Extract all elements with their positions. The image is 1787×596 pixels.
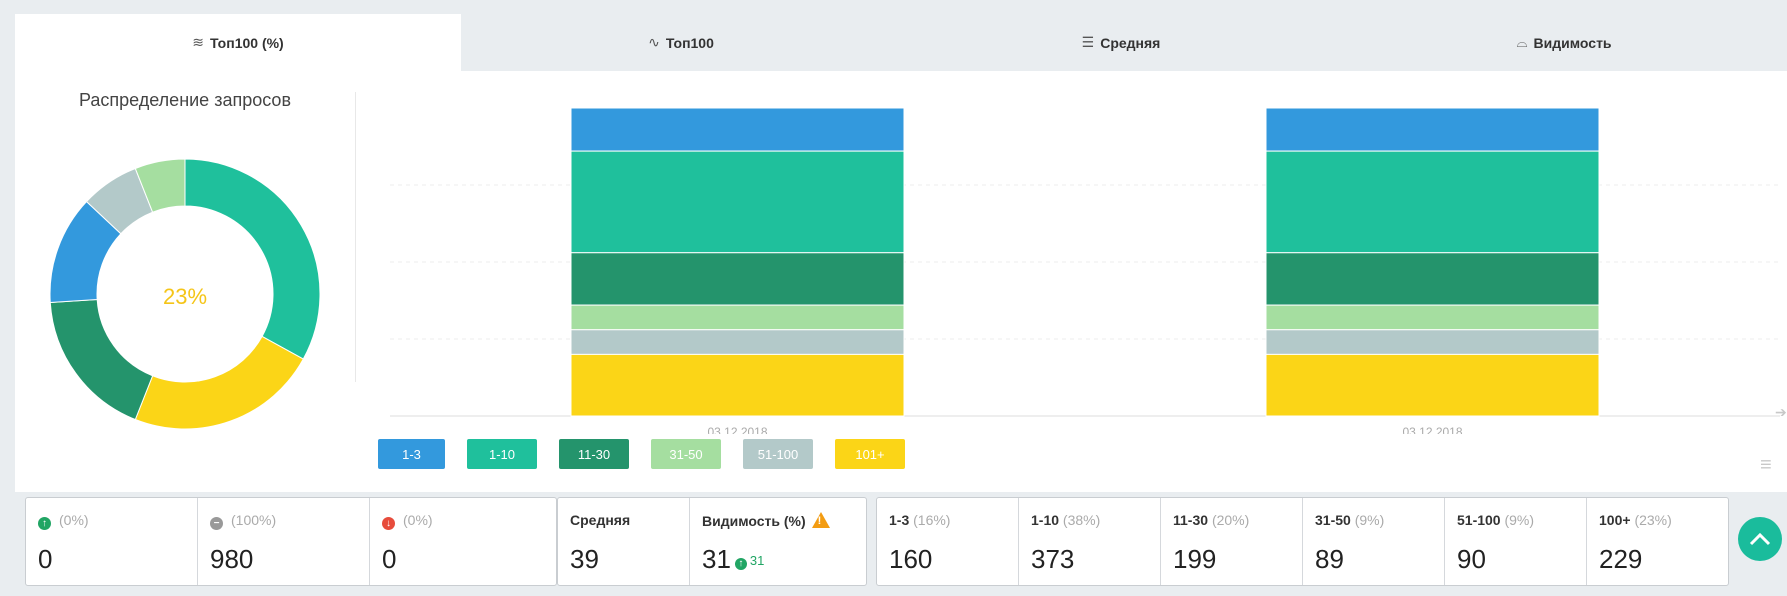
stat-range-31-50: 31-50 (9%) 89 [1303, 498, 1445, 585]
stat-label: 1-10 [1031, 512, 1060, 528]
bar-segment-1-10[interactable] [570, 150, 905, 254]
legend-item-51-100[interactable]: 51-100 [743, 439, 813, 469]
tab-top100[interactable]: ∿ Топ100 [461, 14, 901, 71]
align-icon: ☰ [1081, 34, 1095, 50]
stat-average: Средняя 39 [558, 498, 690, 585]
legend-item-1-10[interactable]: 1-10 [467, 439, 537, 469]
chart-legend: 1-3 1-10 11-30 31-50 51-100 101+ [378, 439, 927, 469]
bar-segment-1-3[interactable] [1265, 107, 1600, 152]
stat-value: 0 [38, 544, 53, 574]
stat-value: 39 [570, 544, 599, 574]
tab-label: Топ100 (%) [210, 34, 284, 51]
stat-label: Средняя [570, 512, 631, 528]
stat-label: 51-100 [1457, 512, 1501, 528]
layers-icon: ≋ [192, 34, 205, 50]
scroll-up-button[interactable] [1738, 517, 1782, 561]
bar-segment-101-plus[interactable] [1265, 353, 1600, 417]
stat-value: 229 [1599, 544, 1643, 574]
stat-label: 31-50 [1315, 512, 1351, 528]
stat-value: 199 [1173, 544, 1217, 574]
distribution-donut-chart: 23% [49, 158, 321, 430]
arrow-up-circle-icon: ↑ [38, 517, 51, 530]
stat-value: 980 [210, 544, 254, 574]
legend-item-31-50[interactable]: 31-50 [651, 439, 721, 469]
stat-label: 1-3 [889, 512, 910, 528]
bar-segment-51-100[interactable] [570, 329, 905, 355]
stat-down: ↓ (0%) 0 [370, 498, 556, 585]
stat-label: 11-30 [1173, 512, 1209, 528]
legend-item-11-30[interactable]: 11-30 [559, 439, 629, 469]
stat-range-11-30: 11-30 (20%) 199 [1161, 498, 1303, 585]
stat-range-1-3: 1-3 (16%) 160 [877, 498, 1019, 585]
divider [355, 92, 356, 382]
tab-top100-percent[interactable]: ≋ Топ100 (%) [15, 14, 461, 71]
warning-icon[interactable]: ! [811, 512, 830, 528]
tab-label: Средняя [1100, 34, 1161, 51]
minus-circle-icon: − [210, 517, 223, 530]
stat-value: 31 [702, 544, 731, 574]
x-tick-label: 03.12.2018 [1402, 425, 1462, 434]
stat-delta: 31 [749, 552, 765, 568]
stat-value: 90 [1457, 544, 1486, 574]
stat-unchanged: − (100%) 980 [198, 498, 370, 585]
arrow-up-circle-icon: ↑ [734, 557, 747, 570]
stat-pct: (0%) [403, 512, 433, 528]
stat-range-100-plus: 100+ (23%) 229 [1587, 498, 1728, 585]
tab-bar: ≋ Топ100 (%) ∿ Топ100 ☰ Средняя ⌓ Видимо… [15, 14, 1787, 71]
bar-segment-51-100[interactable] [1265, 329, 1600, 355]
donut-slice-11-30[interactable] [49, 298, 154, 421]
stat-range-1-10: 1-10 (38%) 373 [1019, 498, 1161, 585]
stat-pct: (16%) [913, 512, 951, 528]
donut-slice-1-10[interactable] [184, 158, 321, 360]
bar-segment-1-10[interactable] [1265, 150, 1600, 254]
stat-value: 160 [889, 544, 933, 574]
stat-pct: (9%) [1504, 512, 1535, 528]
stat-pct: (100%) [231, 512, 277, 528]
arrow-down-circle-icon: ↓ [382, 517, 395, 530]
bar-segment-1-3[interactable] [570, 107, 905, 152]
tab-average[interactable]: ☰ Средняя [901, 14, 1341, 71]
activity-icon: ∿ [648, 34, 660, 50]
bar-segment-101-plus[interactable] [570, 353, 905, 417]
stat-range-51-100: 51-100 (9%) 90 [1445, 498, 1587, 585]
bar-segment-11-30[interactable] [570, 252, 905, 306]
summary-stats-group: Средняя 39 Видимость (%)! 31 ↑ 31 [557, 497, 867, 586]
x-tick-label: 03.12.2018 [707, 425, 767, 434]
tab-label: Видимость [1533, 34, 1612, 51]
stat-value: 89 [1315, 544, 1344, 574]
donut-center-label: 23% [163, 284, 207, 309]
stat-label: 100+ [1599, 512, 1631, 528]
stat-pct: (20%) [1211, 512, 1250, 528]
stat-pct: (38%) [1062, 512, 1101, 528]
bar-segment-31-50[interactable] [1265, 304, 1600, 331]
stat-value: 0 [382, 544, 397, 574]
chevron-up-icon [1749, 532, 1771, 546]
stacked-bar-chart: 03.12.2018 03.12.2018 [390, 107, 1780, 434]
glasses-icon: ⌓ [1516, 34, 1528, 50]
stat-label: Видимость (%) [702, 513, 806, 529]
stat-pct: (9%) [1354, 512, 1385, 528]
movement-stats-group: ↑ (0%) 0 − (100%) 980 ↓ (0%) 0 [25, 497, 557, 586]
app-window: ≋ Топ100 (%) ∿ Топ100 ☰ Средняя ⌓ Видимо… [15, 14, 1787, 596]
stat-pct: (0%) [59, 512, 89, 528]
tab-visibility[interactable]: ⌓ Видимость [1341, 14, 1787, 71]
tab-label: Топ100 [665, 34, 714, 51]
arrow-right-icon[interactable]: ➔ [1775, 404, 1787, 421]
legend-item-101-plus[interactable]: 101+ [835, 439, 905, 469]
legend-item-1-3[interactable]: 1-3 [378, 439, 445, 469]
bar-segment-11-30[interactable] [1265, 252, 1600, 306]
donut-title: Распределение запросов [78, 90, 292, 110]
stat-up: ↑ (0%) 0 [26, 498, 198, 585]
stat-value: 373 [1031, 544, 1075, 574]
stat-pct: (23%) [1634, 512, 1672, 528]
bar-segment-31-50[interactable] [570, 304, 905, 331]
donut-slice-101-plus[interactable] [134, 335, 304, 430]
range-stats-group: 1-3 (16%) 160 1-10 (38%) 373 11-30 (20%)… [876, 497, 1729, 586]
chart-menu-icon[interactable]: ≡ [1760, 454, 1772, 477]
stat-visibility: Видимость (%)! 31 ↑ 31 [690, 498, 866, 585]
